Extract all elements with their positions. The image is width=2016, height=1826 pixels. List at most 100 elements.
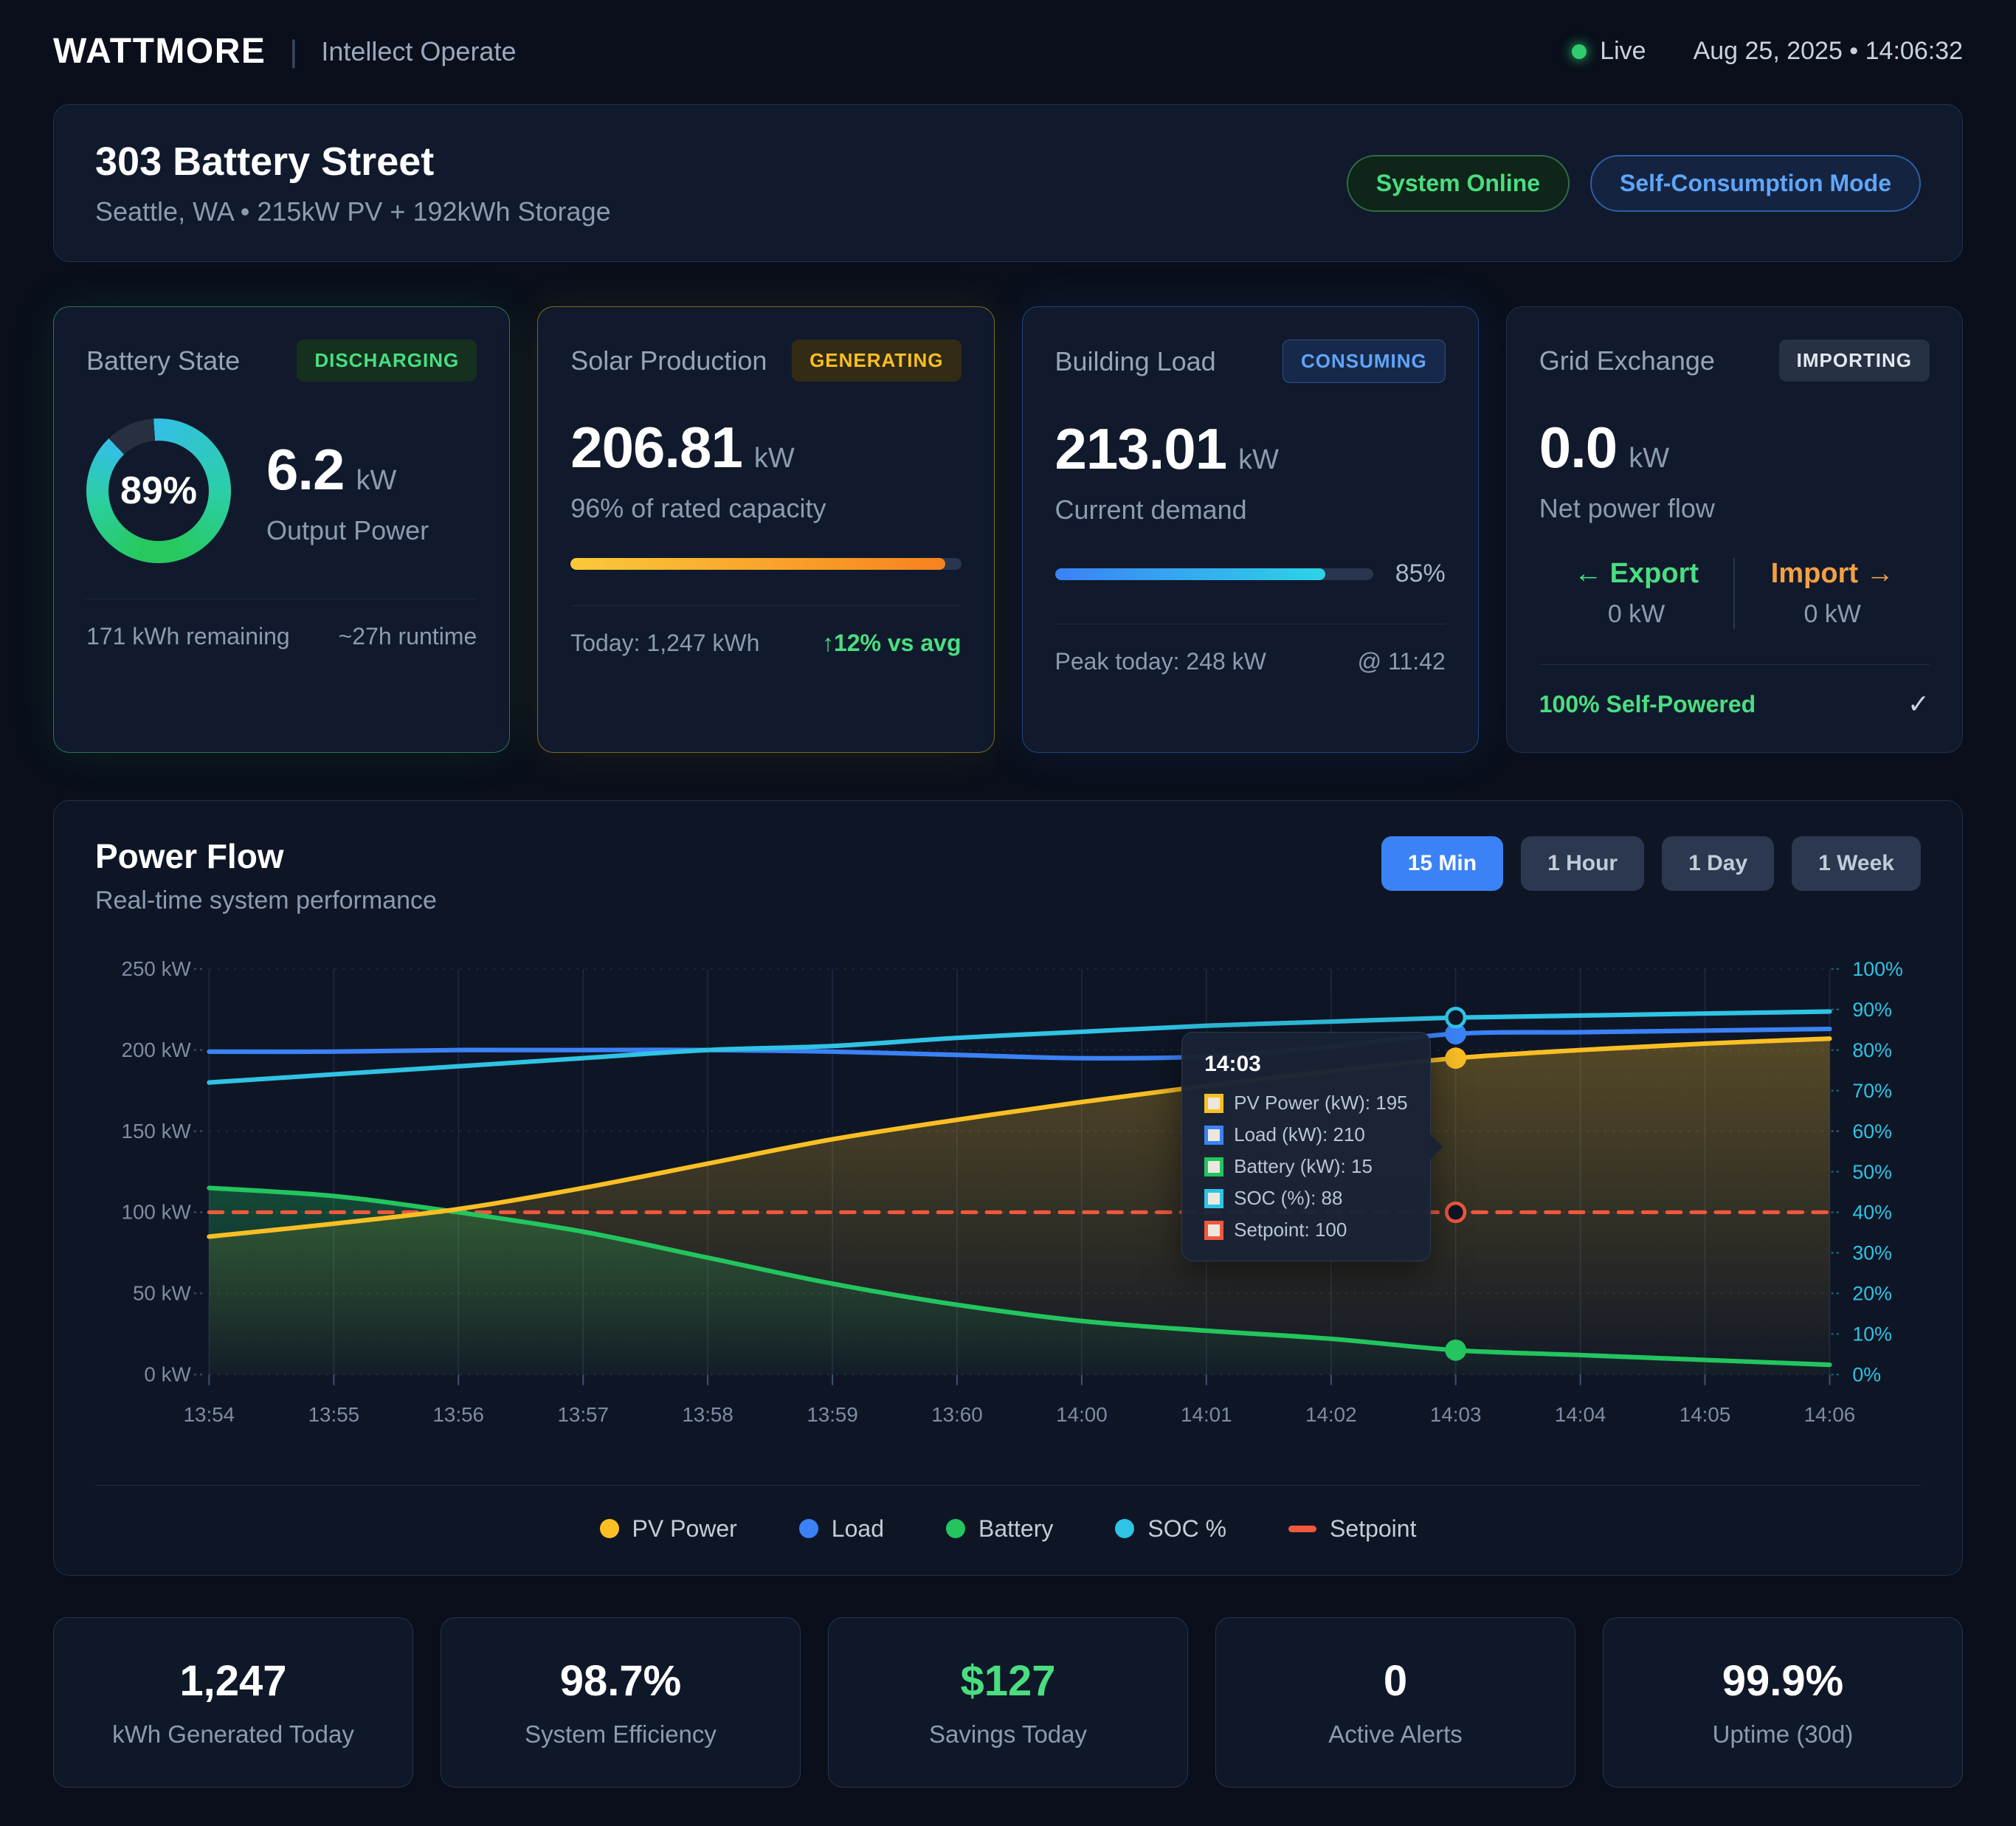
tooltip-time: 14:03 xyxy=(1204,1052,1408,1077)
tooltip-swatch-icon xyxy=(1204,1157,1223,1176)
tooltip-row-label: Load (kW): 210 xyxy=(1234,1123,1365,1146)
generating-badge: GENERATING xyxy=(792,340,961,382)
load-peak-time: @ 11:42 xyxy=(1358,648,1446,675)
solar-unit: kW xyxy=(754,443,795,475)
range-button-1-week[interactable]: 1 Week xyxy=(1792,836,1921,891)
battery-runtime: ~27h runtime xyxy=(339,623,477,650)
stat-value: 98.7% xyxy=(456,1656,785,1706)
power-flow-card: Power Flow Real-time system performance … xyxy=(53,800,1963,1576)
stat-card-savings-today: $127Savings Today xyxy=(828,1617,1188,1788)
stat-label: kWh Generated Today xyxy=(69,1720,398,1749)
tooltip-swatch-icon xyxy=(1204,1189,1223,1208)
product-name: Intellect Operate xyxy=(321,36,516,67)
stat-card-system-efficiency: 98.7%System Efficiency xyxy=(441,1617,801,1788)
svg-text:13:58: 13:58 xyxy=(682,1403,733,1426)
power-flow-title: Power Flow xyxy=(95,836,437,876)
svg-text:14:01: 14:01 xyxy=(1181,1403,1232,1426)
chart-tooltip: 14:03 PV Power (kW): 195 Load (kW): 210 Bat… xyxy=(1181,1032,1431,1261)
tooltip-swatch-icon xyxy=(1204,1094,1223,1113)
load-progress-track xyxy=(1055,568,1373,580)
datetime: Aug 25, 2025 • 14:06:32 xyxy=(1694,37,1963,66)
legend-label: PV Power xyxy=(632,1515,737,1543)
svg-text:14:02: 14:02 xyxy=(1305,1403,1356,1426)
stats-row: 1,247 kWh Generated Today 98.7%System Effi… xyxy=(53,1617,1963,1788)
svg-text:13:55: 13:55 xyxy=(308,1403,359,1426)
svg-text:13:54: 13:54 xyxy=(184,1403,235,1426)
stat-card-active-alerts: 0 Active Alerts xyxy=(1215,1617,1575,1788)
stat-label: Active Alerts xyxy=(1231,1720,1560,1749)
power-flow-chart[interactable]: 0 kW50 kW100 kW150 kW200 kW250 kW0%10%20… xyxy=(95,949,1921,1460)
svg-text:200 kW: 200 kW xyxy=(122,1038,192,1061)
tooltip-row: Load (kW): 210 xyxy=(1204,1123,1408,1146)
grid-card-title: Grid Exchange xyxy=(1539,345,1715,376)
site-title: 303 Battery Street xyxy=(95,139,611,185)
svg-text:90%: 90% xyxy=(1852,999,1892,1021)
system-online-pill[interactable]: System Online xyxy=(1347,155,1570,212)
tooltip-swatch-icon xyxy=(1204,1221,1223,1240)
legend-dot-icon xyxy=(799,1519,818,1538)
legend-item-pv-power[interactable]: PV Power xyxy=(600,1515,737,1543)
stat-value: 99.9% xyxy=(1618,1656,1947,1706)
tooltip-row-label: Setpoint: 100 xyxy=(1234,1219,1347,1241)
range-button-1-day[interactable]: 1 Day xyxy=(1662,836,1774,891)
export-label: ← Export xyxy=(1539,558,1734,590)
svg-text:150 kW: 150 kW xyxy=(122,1120,192,1143)
battery-output-unit: kW xyxy=(356,465,396,497)
legend-dot-icon xyxy=(946,1519,965,1538)
svg-text:13:56: 13:56 xyxy=(432,1403,483,1426)
stat-label: Savings Today xyxy=(843,1720,1173,1749)
legend-label: SOC % xyxy=(1147,1515,1226,1543)
stat-value: 1,247 xyxy=(69,1656,398,1706)
load-value: 213.01 xyxy=(1055,416,1227,483)
brand-logo: WATTMORE xyxy=(53,31,266,72)
range-button-1-hour[interactable]: 1 Hour xyxy=(1521,836,1644,891)
solar-value: 206.81 xyxy=(570,414,742,481)
tooltip-row: Battery (kW): 15 xyxy=(1204,1155,1408,1178)
battery-soc-gauge: 89% xyxy=(86,418,231,563)
battery-output-label: Output Power xyxy=(266,515,429,546)
svg-text:14:05: 14:05 xyxy=(1680,1403,1730,1426)
legend-item-setpoint[interactable]: Setpoint xyxy=(1288,1515,1416,1543)
solar-progress-track xyxy=(570,558,961,570)
svg-text:80%: 80% xyxy=(1852,1039,1892,1061)
svg-text:10%: 10% xyxy=(1852,1323,1892,1346)
solar-production-card: Solar Production GENERATING 206.81 kW 96… xyxy=(537,306,994,753)
range-button-15-min[interactable]: 15 Min xyxy=(1381,836,1503,891)
battery-card-title: Battery State xyxy=(86,345,240,376)
tooltip-row: PV Power (kW): 195 xyxy=(1204,1092,1408,1114)
load-progress-fill xyxy=(1055,568,1326,580)
grid-net-label: Net power flow xyxy=(1539,493,1930,524)
svg-text:13:59: 13:59 xyxy=(807,1403,857,1426)
svg-text:0%: 0% xyxy=(1852,1364,1881,1386)
legend-item-battery[interactable]: Battery xyxy=(946,1515,1053,1543)
legend-label: Battery xyxy=(978,1515,1053,1543)
battery-state-card: Battery State DISCHARGING 89% 6.2 kW Out… xyxy=(53,306,510,753)
site-card: 303 Battery Street Seattle, WA • 215kW P… xyxy=(53,104,1963,262)
power-flow-svg: 0 kW50 kW100 kW150 kW200 kW250 kW0%10%20… xyxy=(95,949,1921,1460)
chart-legend: PV Power Load Battery SOC % Setpoint xyxy=(95,1485,1921,1543)
svg-text:14:06: 14:06 xyxy=(1804,1403,1855,1426)
svg-text:50%: 50% xyxy=(1852,1161,1892,1183)
svg-text:13:60: 13:60 xyxy=(931,1403,982,1426)
load-peak: Peak today: 248 kW xyxy=(1055,648,1266,675)
svg-text:30%: 30% xyxy=(1852,1242,1892,1264)
power-flow-subtitle: Real-time system performance xyxy=(95,886,437,915)
stat-value: 0 xyxy=(1231,1656,1560,1706)
solar-progress-fill xyxy=(570,558,945,570)
solar-today: Today: 1,247 kWh xyxy=(570,630,759,657)
battery-remaining: 171 kWh remaining xyxy=(86,623,290,650)
self-consumption-mode-pill[interactable]: Self-Consumption Mode xyxy=(1590,155,1921,212)
stat-card-uptime-30d-: 99.9%Uptime (30d) xyxy=(1603,1617,1963,1788)
site-subtitle: Seattle, WA • 215kW PV + 192kWh Storage xyxy=(95,196,611,227)
legend-label: Setpoint xyxy=(1330,1515,1416,1543)
grid-exchange-card: Grid Exchange IMPORTING 0.0 kW Net power… xyxy=(1506,306,1963,753)
legend-item-load[interactable]: Load xyxy=(799,1515,884,1543)
svg-text:100%: 100% xyxy=(1852,958,1902,980)
import-label: Import → xyxy=(1735,558,1930,590)
solar-capacity-label: 96% of rated capacity xyxy=(570,493,961,524)
load-card-title: Building Load xyxy=(1055,346,1216,377)
svg-text:100 kW: 100 kW xyxy=(122,1201,192,1224)
load-demand-label: Current demand xyxy=(1055,495,1446,526)
export-value: 0 kW xyxy=(1539,600,1734,629)
legend-item-soc-[interactable]: SOC % xyxy=(1115,1515,1226,1543)
